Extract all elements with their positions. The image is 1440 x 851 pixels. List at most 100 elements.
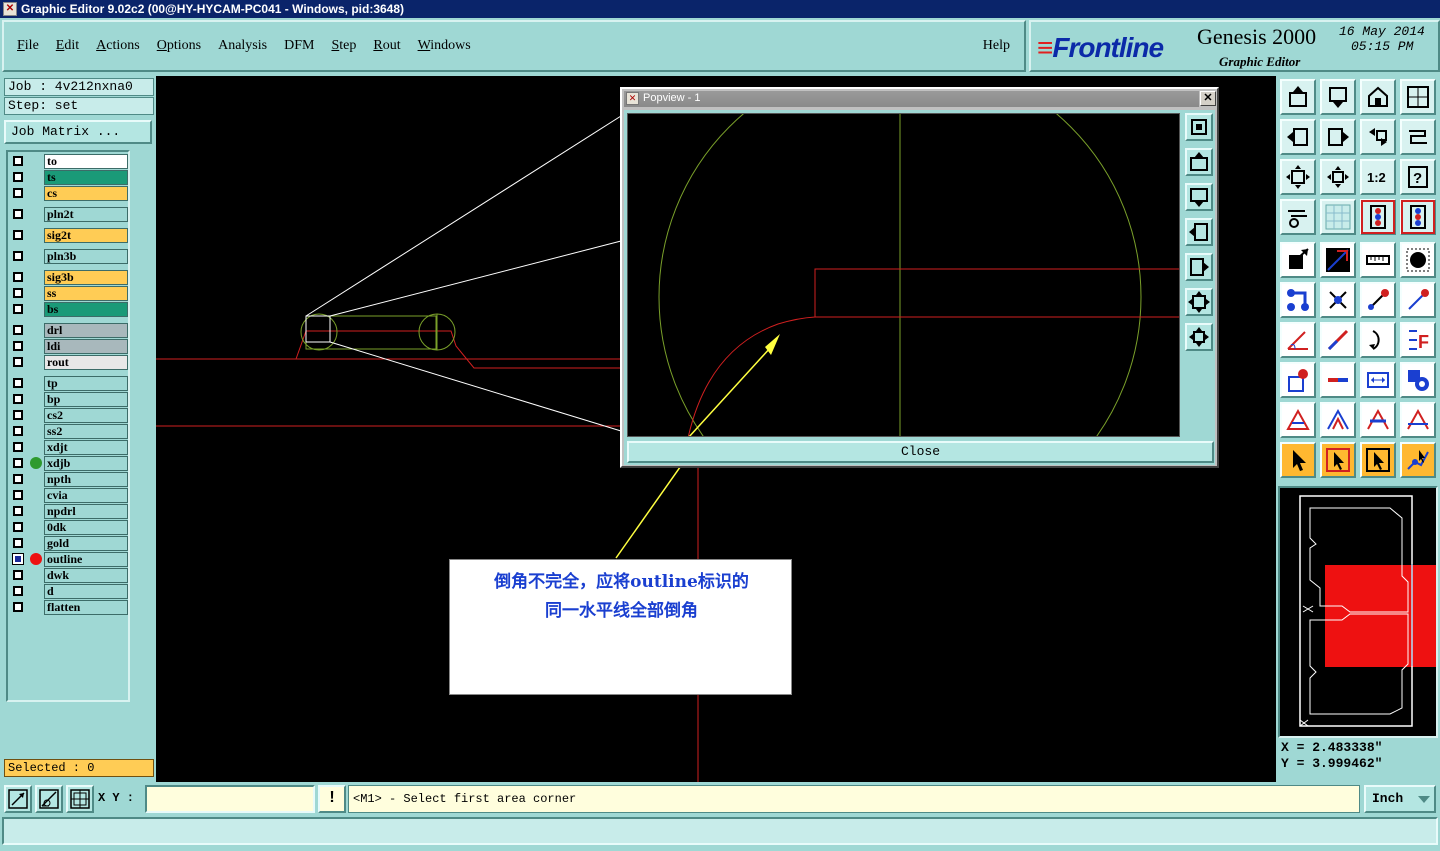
layer-name[interactable]: cs (44, 186, 128, 201)
layer-row-ldi[interactable]: ldi (10, 339, 128, 354)
layer-row-gold[interactable]: gold (10, 536, 128, 551)
layer-row-drl[interactable]: drl (10, 323, 128, 338)
layer-checkbox[interactable] (13, 156, 23, 166)
menu-help[interactable]: Help (983, 38, 1010, 54)
layer-name[interactable]: sig3b (44, 270, 128, 285)
layer-checkbox[interactable] (13, 458, 23, 468)
center-icon[interactable] (1320, 159, 1356, 195)
layer-checkbox[interactable] (13, 586, 23, 596)
menu-file[interactable]: File (17, 38, 39, 54)
shapes-icon[interactable] (1400, 362, 1436, 398)
popview-center-icon[interactable] (1185, 323, 1213, 351)
layer-checkbox[interactable] (13, 251, 23, 261)
job-matrix-button[interactable]: Job Matrix ... (4, 120, 152, 144)
layer-row-to[interactable]: to (10, 154, 128, 169)
menu-analysis[interactable]: Analysis (218, 38, 267, 54)
popview-snap-left-icon[interactable] (1185, 218, 1213, 246)
layer-checkbox[interactable] (13, 394, 23, 404)
select-red-icon[interactable] (1280, 362, 1316, 398)
pointer-icon[interactable] (1280, 442, 1316, 478)
layer-row-xdjb[interactable]: xdjb (10, 456, 128, 471)
layer-name[interactable]: gold (44, 536, 128, 551)
text-f-icon[interactable]: F (1400, 322, 1436, 358)
layer-row-ss2[interactable]: ss2 (10, 424, 128, 439)
redraw-icon[interactable] (1400, 119, 1436, 155)
layer-name[interactable]: ss (44, 286, 128, 301)
pointer-box-icon[interactable] (1320, 442, 1356, 478)
layer-row-tp[interactable]: tp (10, 376, 128, 391)
layer-name[interactable]: pln3b (44, 249, 128, 264)
layer-checkbox[interactable] (13, 325, 23, 335)
layer-row-ss[interactable]: ss (10, 286, 128, 301)
snap-bottom-icon[interactable] (1320, 79, 1356, 115)
node-blue-icon[interactable] (1280, 282, 1316, 318)
measure-icon[interactable] (1360, 362, 1396, 398)
layer-checkbox[interactable] (13, 288, 23, 298)
layer-checkbox[interactable] (13, 442, 23, 452)
layer-name[interactable]: xdjb (44, 456, 128, 471)
layer-name[interactable]: bp (44, 392, 128, 407)
menu-dfm[interactable]: DFM (284, 38, 314, 54)
layer-checkbox[interactable] (13, 490, 23, 500)
help-query-icon[interactable]: ? (1400, 159, 1436, 195)
menu-edit[interactable]: Edit (56, 38, 79, 54)
menu-options[interactable]: Options (157, 38, 201, 54)
zoom-area-icon[interactable] (4, 785, 32, 813)
arrow-dot2-icon[interactable] (1400, 282, 1436, 318)
layer-name[interactable]: cs2 (44, 408, 128, 423)
layer-row-d[interactable]: d (10, 584, 128, 599)
tools-icon[interactable] (1280, 199, 1316, 235)
home-icon[interactable] (1360, 79, 1396, 115)
layer-row-sig3b[interactable]: sig3b (10, 270, 128, 285)
layer-row-0dk[interactable]: 0dk (10, 520, 128, 535)
layer-row-xdjt[interactable]: xdjt (10, 440, 128, 455)
snap-top-icon[interactable] (1280, 79, 1316, 115)
layer-name[interactable]: xdjt (44, 440, 128, 455)
layer-checkbox[interactable] (13, 172, 23, 182)
layer-checkbox[interactable] (12, 553, 24, 565)
layer-row-bp[interactable]: bp (10, 392, 128, 407)
popview-fit-icon[interactable] (1185, 288, 1213, 316)
layer-name[interactable]: sig2t (44, 228, 128, 243)
snap-left-icon[interactable] (1280, 119, 1316, 155)
arrow-dot-icon[interactable] (1360, 282, 1396, 318)
popview-snap-top-icon[interactable] (1185, 148, 1213, 176)
layer-name[interactable]: cvia (44, 488, 128, 503)
popview-close-button[interactable]: Close (627, 441, 1214, 463)
popview-snap-bottom-icon[interactable] (1185, 183, 1213, 211)
layer-red-icon[interactable] (1360, 199, 1396, 235)
layer-name[interactable]: drl (44, 323, 128, 338)
layer-name[interactable]: bs (44, 302, 128, 317)
layer-name[interactable]: ss2 (44, 424, 128, 439)
layer-name[interactable]: 0dk (44, 520, 128, 535)
popview-snap-right-icon[interactable] (1185, 253, 1213, 281)
layer-checkbox[interactable] (13, 304, 23, 314)
units-select[interactable]: Inch (1364, 785, 1436, 813)
pad-icon[interactable] (1400, 242, 1436, 278)
pointer-box2-icon[interactable] (1360, 442, 1396, 478)
layer-row-dwk[interactable]: dwk (10, 568, 128, 583)
layer-checkbox[interactable] (13, 506, 23, 516)
layer-name[interactable]: npth (44, 472, 128, 487)
menu-rout[interactable]: Rout (373, 38, 400, 54)
fit-icon[interactable] (1280, 159, 1316, 195)
layer-name[interactable]: ldi (44, 339, 128, 354)
popview-zoom-in-icon[interactable] (1185, 113, 1213, 141)
layer-checkbox[interactable] (13, 538, 23, 548)
layer-name[interactable]: npdrl (44, 504, 128, 519)
tri-b-icon[interactable] (1320, 402, 1356, 438)
grid-icon[interactable] (1320, 199, 1356, 235)
overview-map[interactable] (1278, 486, 1438, 738)
layer-name[interactable]: outline (44, 552, 128, 567)
layer-checkbox[interactable] (13, 570, 23, 580)
layer-checkbox[interactable] (13, 522, 23, 532)
ruler-icon[interactable] (1360, 242, 1396, 278)
diagonal-icon[interactable] (1320, 322, 1356, 358)
layer-checkbox[interactable] (13, 410, 23, 420)
move-icon[interactable] (1280, 242, 1316, 278)
warning-icon[interactable]: ! (318, 785, 346, 813)
layer-row-npdrl[interactable]: npdrl (10, 504, 128, 519)
menu-windows[interactable]: Windows (418, 38, 471, 54)
menu-step[interactable]: Step (331, 38, 356, 54)
layer-row-sig2t[interactable]: sig2t (10, 228, 128, 243)
